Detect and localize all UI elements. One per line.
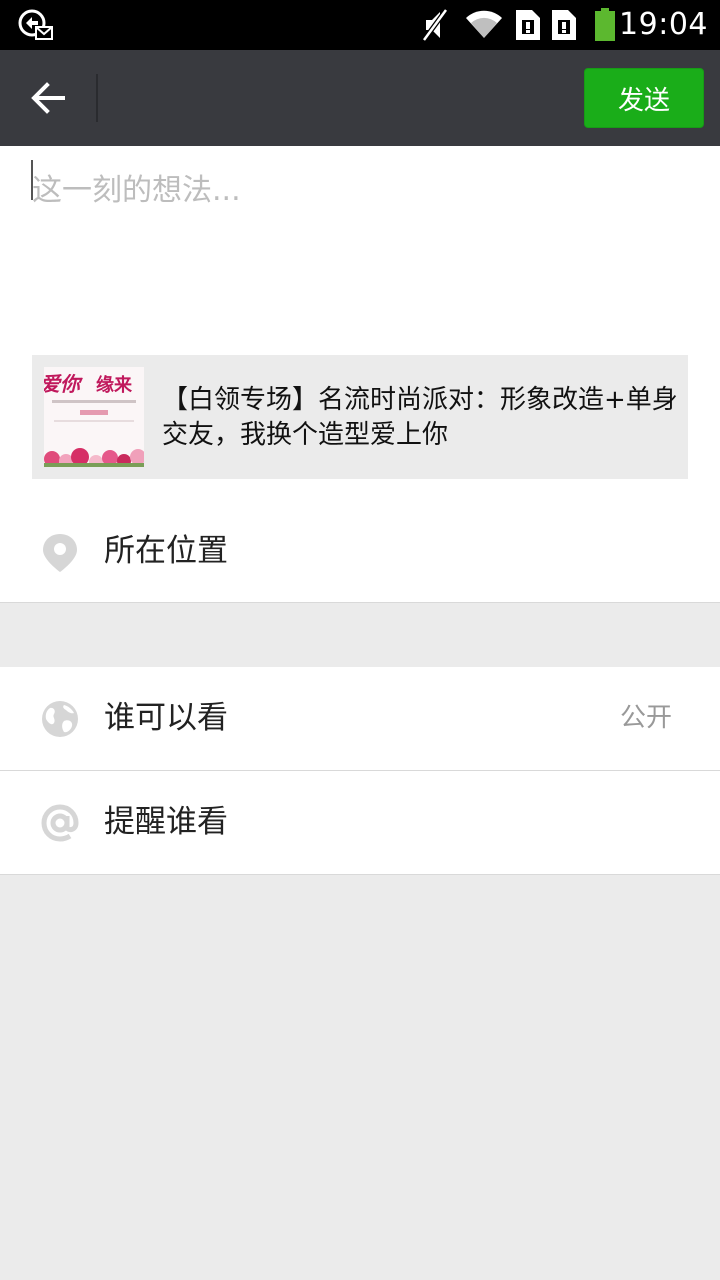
location-label: 所在位置 (104, 533, 228, 569)
visibility-label: 谁可以看 (104, 700, 228, 736)
thought-input[interactable] (32, 160, 688, 220)
visibility-row[interactable]: 谁可以看 公开 (0, 667, 720, 771)
link-card-title: 【白领专场】名流时尚派对：形象改造+单身交友，我换个造型爱上你 (162, 385, 678, 450)
clock: 19:04 (619, 7, 708, 42)
title-bar: 发送 (0, 50, 720, 146)
event-poster-thumbnail: 爱你 缘来 (44, 367, 144, 467)
mute-icon (421, 8, 449, 42)
section-divider (0, 602, 720, 603)
status-bar: 19:04 (0, 0, 720, 50)
sim-2-icon (552, 10, 576, 40)
location-pin-icon (43, 534, 77, 572)
battery-icon (595, 8, 615, 41)
bottom-divider (0, 874, 720, 875)
wifi-icon (466, 10, 502, 38)
sim-1-icon (516, 10, 540, 40)
remind-label: 提醒谁看 (104, 804, 228, 840)
svg-text:缘来: 缘来 (96, 375, 133, 396)
at-sign-icon (41, 804, 79, 842)
svg-text:爱你: 爱你 (44, 372, 83, 396)
sync-mail-icon (18, 9, 53, 40)
location-row[interactable]: 所在位置 (0, 500, 720, 602)
shared-link-card[interactable]: 爱你 缘来 【白领专场】名流时尚派对：形象改造+单身交友，我换个造型爱上你 (32, 355, 688, 479)
compose-area: 爱你 缘来 【白领专场】名流时尚派对：形象改造+单身交友，我换个造型爱上你 (0, 146, 720, 500)
title-divider (96, 74, 98, 122)
text-caret (31, 160, 33, 200)
back-button[interactable] (18, 68, 78, 128)
globe-icon (42, 701, 78, 737)
arrow-left-icon (31, 82, 65, 114)
send-button[interactable]: 发送 (584, 68, 704, 128)
visibility-value: 公开 (619, 703, 672, 733)
remind-row[interactable]: 提醒谁看 (0, 771, 720, 875)
